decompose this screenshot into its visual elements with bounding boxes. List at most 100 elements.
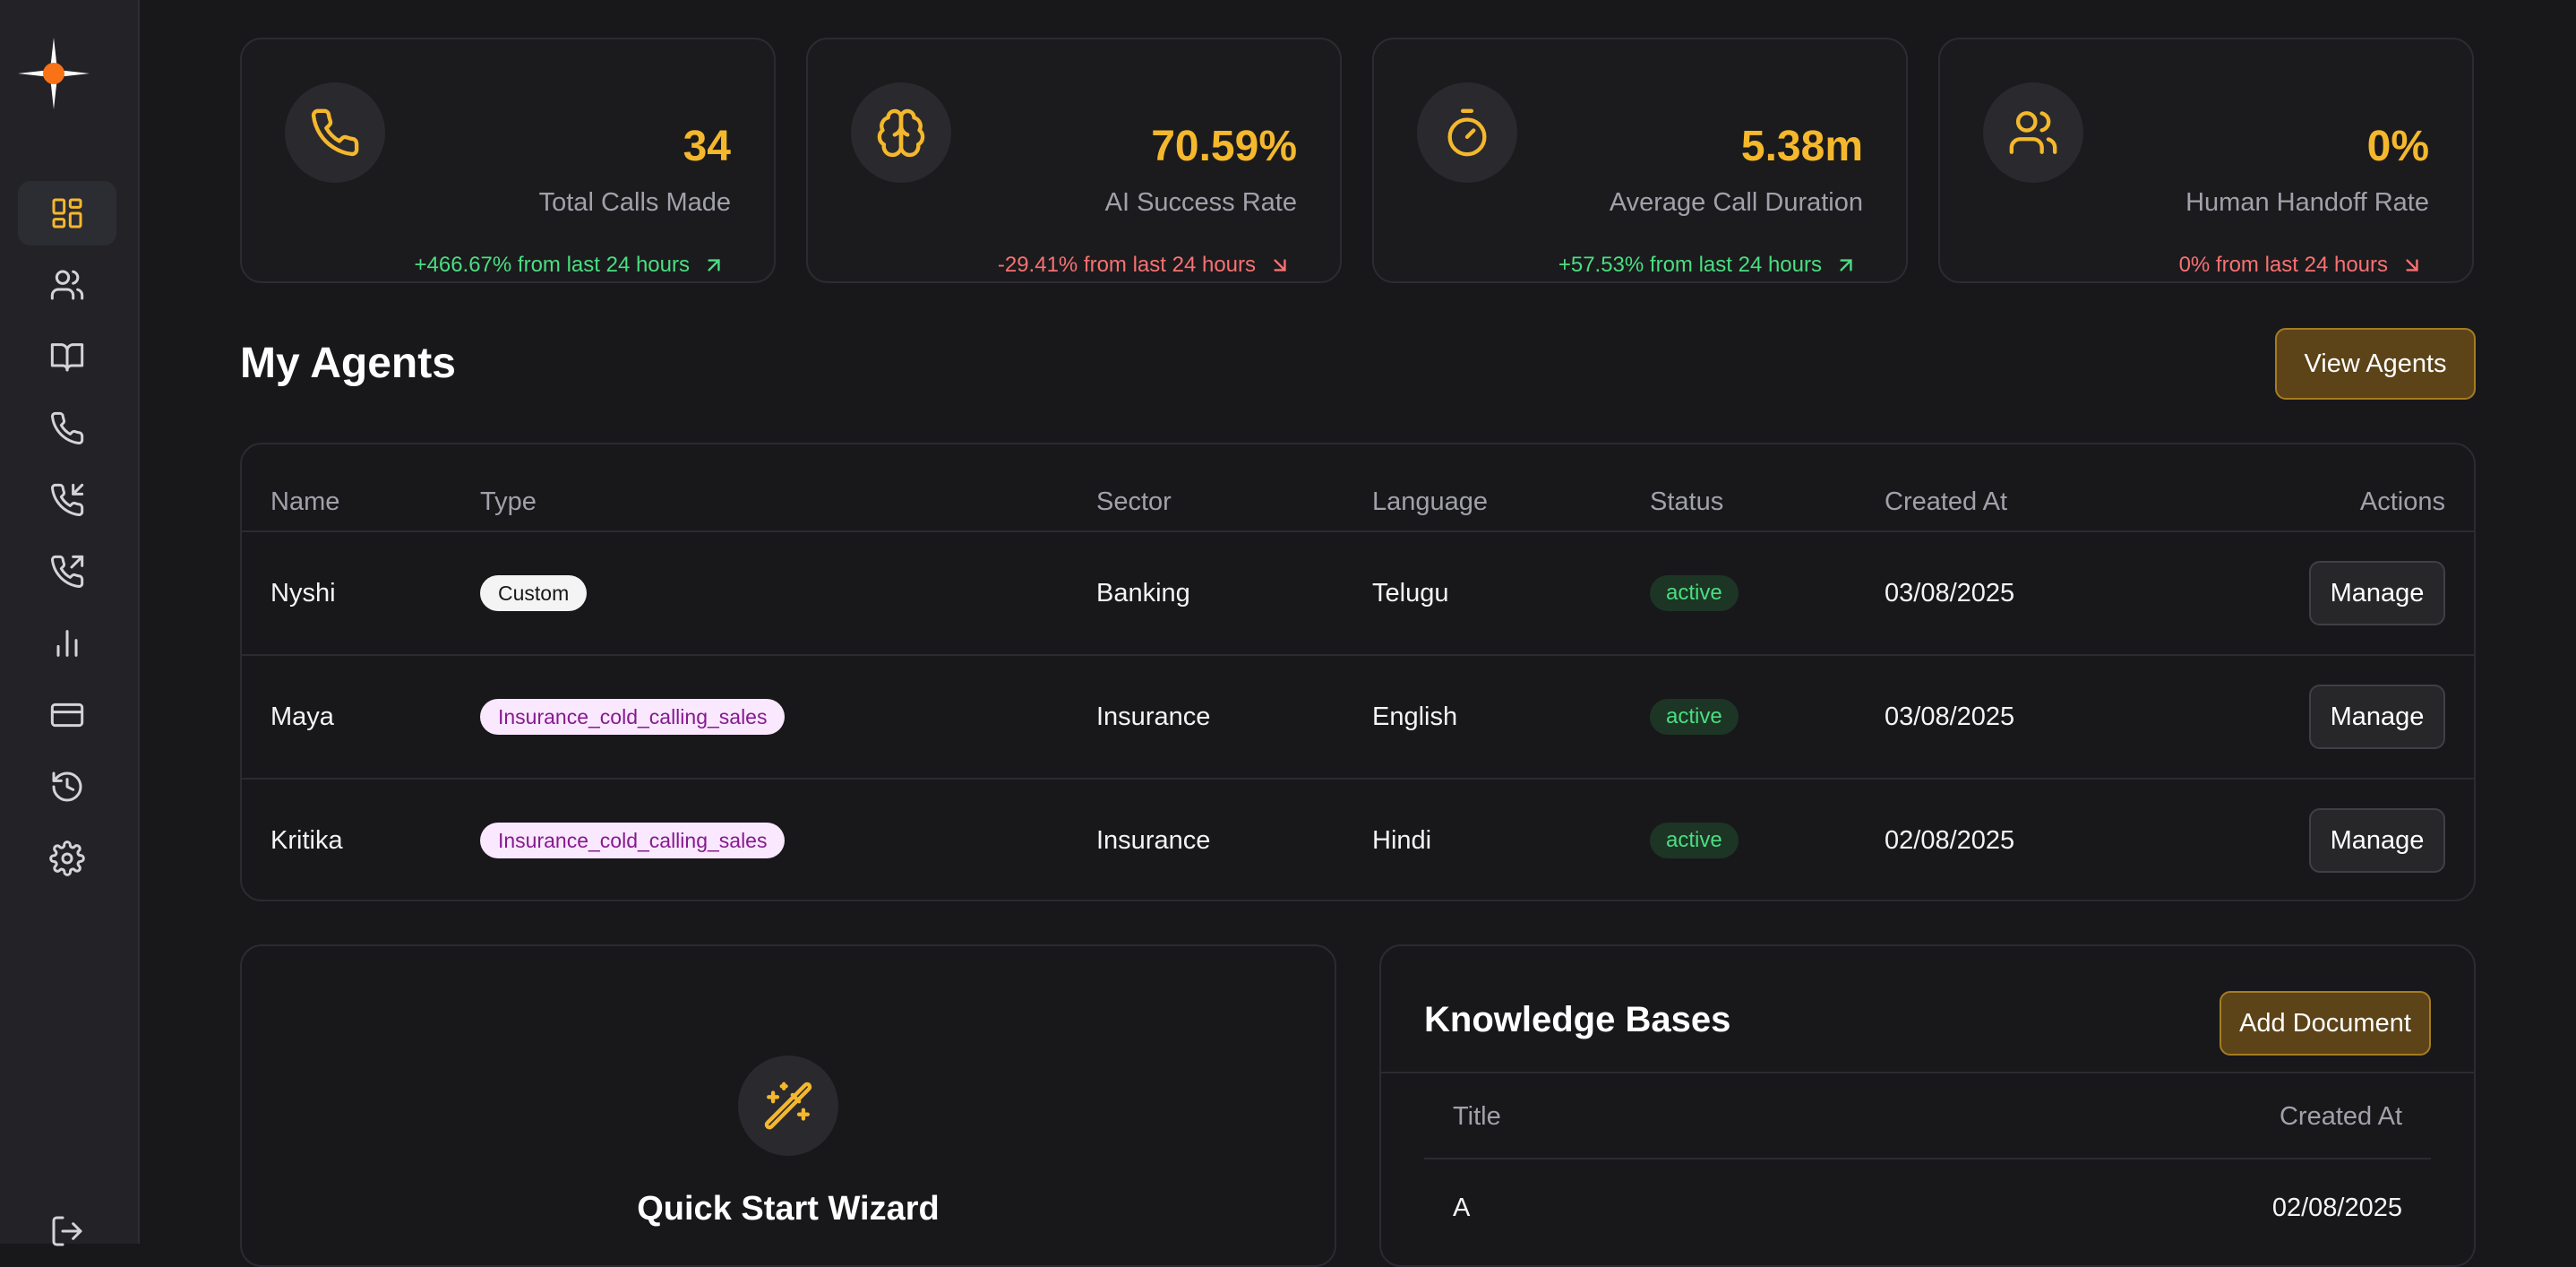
agent-created-date: 03/08/2025	[1885, 702, 2015, 731]
agent-created-date: 02/08/2025	[1885, 826, 2015, 855]
stat-change-text: +57.53% from last 24 hours	[1558, 253, 1822, 277]
phone-outgoing-icon	[51, 555, 84, 588]
agent-sector: Insurance	[1096, 826, 1211, 855]
book-icon	[50, 343, 84, 372]
arrow-down-right-icon	[1274, 259, 1286, 272]
view-agents-button[interactable]: View Agents	[2275, 328, 2476, 400]
agent-name[interactable]: Maya	[270, 702, 334, 732]
manage-button[interactable]: Manage	[2309, 808, 2445, 873]
manage-button[interactable]: Manage	[2309, 561, 2445, 625]
row-divider	[242, 530, 2474, 532]
agent-sector: Banking	[1096, 579, 1190, 608]
stat-label: AI Success Rate	[1104, 188, 1297, 217]
agent-language: Telugu	[1372, 579, 1449, 608]
sidebar-item-knowledge[interactable]	[18, 324, 116, 389]
arrow-down-right-icon	[2406, 259, 2418, 272]
stat-change-text: -29.41% from last 24 hours	[997, 253, 1256, 277]
stat-change-text: +466.67% from last 24 hours	[414, 253, 690, 277]
column-header-actions: Actions	[2359, 487, 2445, 516]
stat-label: Average Call Duration	[1609, 188, 1863, 217]
sidebar-item-users[interactable]	[18, 253, 116, 317]
row-divider	[242, 778, 2474, 780]
bar-chart-icon	[56, 630, 78, 657]
stat-icon-wrap	[285, 82, 385, 183]
column-header-sector: Sector	[1096, 487, 1172, 516]
document-title[interactable]: A	[1453, 1194, 1470, 1223]
sidebar-item-calls[interactable]	[18, 396, 116, 461]
stat-icon-wrap	[1983, 82, 2083, 183]
settings-icon	[49, 840, 85, 876]
agent-created-date: 03/08/2025	[1885, 579, 2015, 608]
magic-wand-icon	[764, 1082, 812, 1130]
sidebar-item-billing[interactable]	[18, 683, 116, 747]
stat-value: 5.38m	[1740, 123, 1863, 170]
dashboard-icon	[52, 198, 82, 228]
stat-icon-wrap	[851, 82, 951, 183]
stat-change: -29.41% from last 24 hours	[998, 253, 1292, 278]
timer-icon	[1447, 108, 1487, 157]
stat-card-total-calls: 34 Total Calls Made +466.67% from last 2…	[240, 38, 776, 283]
sidebar-item-settings[interactable]	[18, 826, 116, 891]
knowledge-bases-card: Knowledge Bases Add Document Title Creat…	[1379, 944, 2476, 1267]
agent-type-badge: Insurance_cold_calling_sales	[480, 699, 786, 735]
stat-change: 0% from last 24 hours	[2179, 253, 2424, 278]
logout-icon	[52, 1216, 82, 1246]
column-header-created: Created At	[1885, 487, 2008, 516]
status-badge: active	[1650, 699, 1739, 735]
plus-star-logo[interactable]	[16, 36, 91, 111]
stat-card-handoff-rate: 0% Human Handoff Rate 0% from last 24 ho…	[1938, 38, 2474, 283]
section-divider	[1381, 1072, 2474, 1073]
stat-value: 70.59%	[1151, 123, 1297, 170]
quick-start-wizard-card[interactable]: Quick Start Wizard	[240, 944, 1336, 1267]
arrow-up-right-icon	[1840, 259, 1852, 272]
add-document-button[interactable]: Add Document	[2220, 991, 2431, 1056]
stat-value: 34	[683, 123, 731, 170]
wizard-title: Quick Start Wizard	[637, 1190, 940, 1228]
stat-card-avg-duration: 5.38m Average Call Duration +57.53% from…	[1372, 38, 1908, 283]
stat-change: +57.53% from last 24 hours	[1558, 253, 1858, 278]
stat-change-text: 0% from last 24 hours	[2178, 253, 2388, 277]
row-divider	[242, 654, 2474, 656]
stat-icon-wrap	[1417, 82, 1517, 183]
logout-button[interactable]	[18, 1202, 116, 1260]
sidebar-item-history[interactable]	[18, 754, 116, 819]
sidebar	[0, 0, 140, 1246]
agent-language: Hindi	[1372, 826, 1432, 855]
status-badge: active	[1650, 575, 1739, 611]
stat-label: Human Handoff Rate	[2185, 188, 2429, 217]
column-header-status: Status	[1650, 487, 1724, 516]
column-header-type: Type	[480, 487, 537, 516]
sidebar-item-analytics[interactable]	[18, 611, 116, 676]
manage-button[interactable]: Manage	[2309, 685, 2445, 749]
credit-card-icon	[50, 702, 84, 728]
stat-change: +466.67% from last 24 hours	[414, 253, 726, 278]
wizard-icon-wrap	[738, 1056, 838, 1156]
stat-label: Total Calls Made	[538, 188, 731, 217]
agents-section-title: My Agents	[240, 340, 456, 387]
users-icon	[50, 270, 84, 300]
agents-table: Name Type Sector Language Status Created…	[240, 443, 2476, 901]
agent-name[interactable]: Kritika	[270, 826, 343, 856]
agent-language: English	[1372, 702, 1458, 731]
agent-type-badge: Insurance_cold_calling_sales	[480, 823, 786, 858]
sidebar-item-dashboard[interactable]	[18, 181, 116, 246]
agent-sector: Insurance	[1096, 702, 1211, 731]
column-header-name: Name	[270, 487, 340, 516]
knowledge-bases-title: Knowledge Bases	[1424, 1000, 1731, 1039]
sidebar-item-outgoing[interactable]	[18, 539, 116, 604]
agent-name[interactable]: Nyshi	[270, 579, 336, 608]
phone-icon	[51, 411, 84, 444]
column-header-created: Created At	[2279, 1102, 2402, 1131]
stat-value: 0%	[2366, 123, 2429, 170]
status-badge: active	[1650, 823, 1739, 858]
users-icon	[2009, 111, 2057, 154]
arrow-up-right-icon	[708, 259, 720, 272]
history-icon	[52, 771, 82, 802]
document-created-date: 02/08/2025	[2271, 1194, 2402, 1222]
brain-icon	[877, 108, 925, 158]
stat-card-ai-success: 70.59% AI Success Rate -29.41% from last…	[806, 38, 1342, 283]
sidebar-item-incoming[interactable]	[18, 468, 116, 532]
row-divider	[1424, 1158, 2431, 1159]
agent-type-badge: Custom	[480, 575, 588, 611]
phone-incoming-icon	[51, 483, 84, 516]
